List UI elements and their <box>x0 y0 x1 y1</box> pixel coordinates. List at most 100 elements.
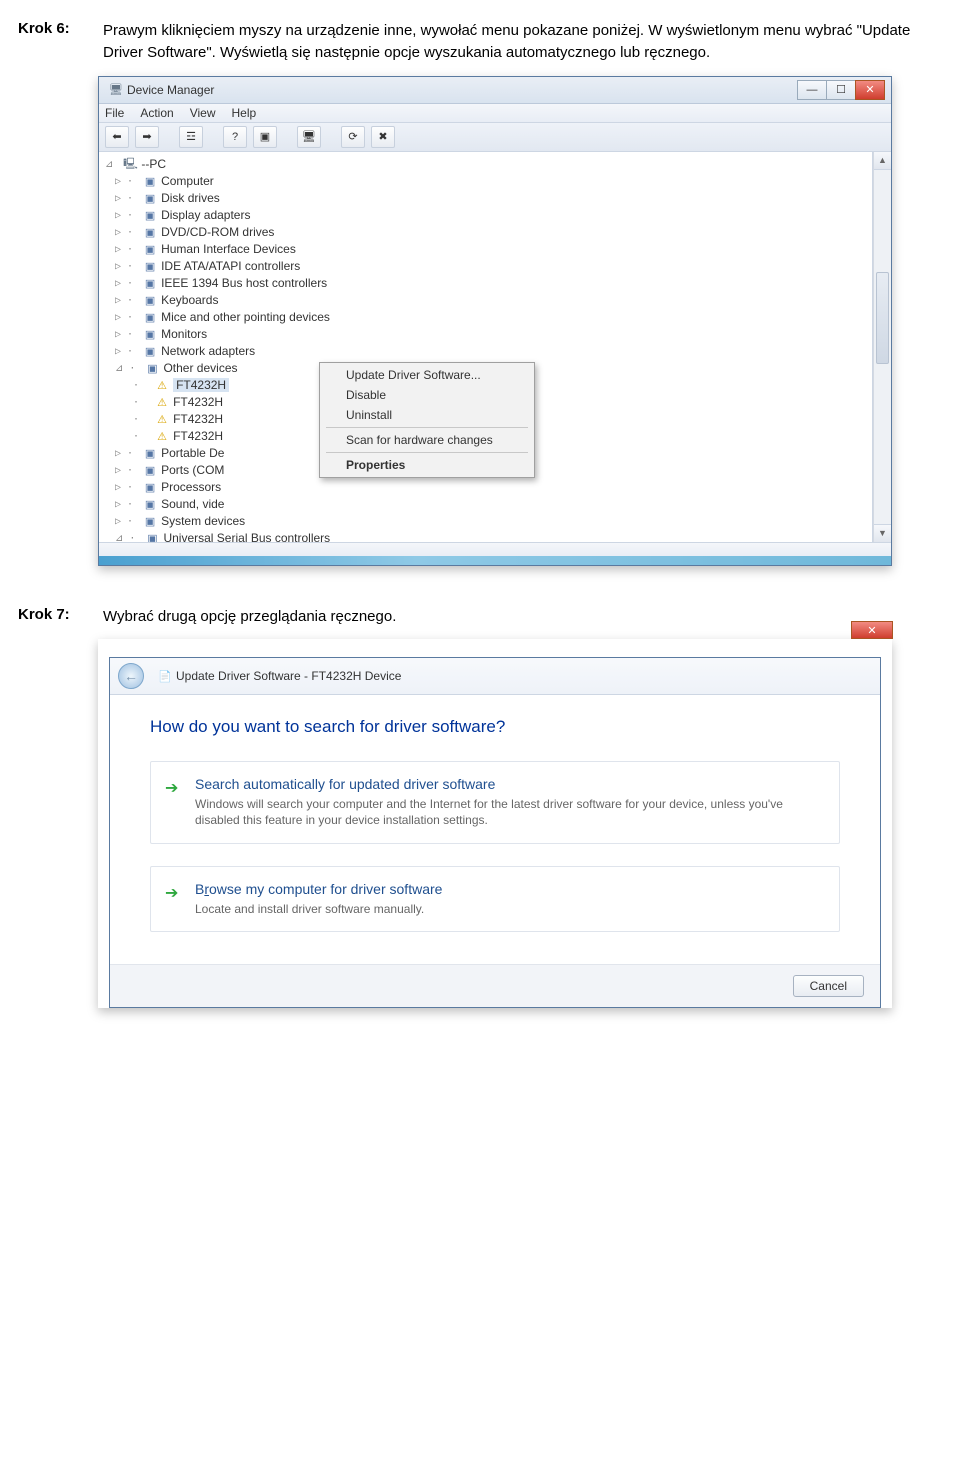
device-icon: ▣ <box>142 480 158 494</box>
tb-help-icon[interactable]: ? <box>223 126 247 148</box>
device-icon: ▣ <box>142 191 158 205</box>
tree-node-label: IDE ATA/ATAPI controllers <box>161 259 300 273</box>
scroll-up-icon[interactable]: ▲ <box>874 152 891 170</box>
tree-node-label: FT4232H <box>173 412 223 426</box>
device-icon: ▣ <box>142 225 158 239</box>
menu-file[interactable]: File <box>105 106 124 120</box>
tree-node-label: FT4232H <box>173 429 223 443</box>
device-icon: ⚠ <box>154 412 170 426</box>
device-icon: ▣ <box>142 344 158 358</box>
option-search-automatically[interactable]: ➔ Search automatically for updated drive… <box>150 761 840 843</box>
menu-action[interactable]: Action <box>140 106 173 120</box>
tree-node[interactable]: ⊿ · ▣Universal Serial Bus controllers <box>105 530 866 542</box>
tb-props-icon[interactable]: ▣ <box>253 126 277 148</box>
device-icon: ▣ <box>142 497 158 511</box>
step6-row: Krok 6: Prawym kliknięciem myszy na urzą… <box>18 20 942 64</box>
tree-node[interactable]: ▷ · ▣Network adapters <box>105 343 866 360</box>
vertical-scrollbar[interactable]: ▲ ▼ <box>873 152 891 542</box>
dm-body: ⊿ 🖳 --PC ▷ · ▣Computer▷ · ▣Disk drives▷ … <box>99 152 891 542</box>
device-icon: ▣ <box>142 446 158 460</box>
wizard-body: How do you want to search for driver sof… <box>110 695 880 964</box>
tree-node[interactable]: ▷ · ▣IEEE 1394 Bus host controllers <box>105 275 866 292</box>
tree-node-label: Display adapters <box>161 208 250 222</box>
window-icon: 🖥 <box>108 83 124 97</box>
tb-update-icon[interactable]: ⟳ <box>341 126 365 148</box>
tree-node-label: Network adapters <box>161 344 255 358</box>
wizard-icon: 📄 <box>157 669 173 683</box>
menu-help[interactable]: Help <box>232 106 257 120</box>
tree-node-label: Human Interface Devices <box>161 242 296 256</box>
maximize-button[interactable]: ☐ <box>826 80 856 100</box>
ctx-uninstall[interactable]: Uninstall <box>322 405 532 425</box>
tree-node-label: Portable De <box>161 446 224 460</box>
tree-node-label: FT4232H <box>173 378 229 392</box>
ctx-update-driver[interactable]: Update Driver Software... <box>322 365 532 385</box>
tree-node-label: Keyboards <box>161 293 218 307</box>
scroll-down-icon[interactable]: ▼ <box>874 524 891 542</box>
tb-fwd-icon[interactable]: ➡ <box>135 126 159 148</box>
scroll-thumb[interactable] <box>876 272 889 364</box>
window-buttons: — ☐ ✕ <box>798 80 885 100</box>
ctx-disable[interactable]: Disable <box>322 385 532 405</box>
tb-scan-icon[interactable]: 🖥 <box>297 126 321 148</box>
tree-node[interactable]: ▷ · ▣DVD/CD-ROM drives <box>105 224 866 241</box>
device-icon: ▣ <box>142 174 158 188</box>
tree-root[interactable]: ⊿ 🖳 --PC <box>105 156 866 173</box>
device-icon: ⚠ <box>154 395 170 409</box>
tree-node-label: Processors <box>161 480 221 494</box>
device-icon: ▣ <box>142 242 158 256</box>
close-button[interactable]: ✕ <box>855 80 885 100</box>
tree-node-label: Mice and other pointing devices <box>161 310 330 324</box>
tree-node[interactable]: ▷ · ▣Display adapters <box>105 207 866 224</box>
tree-node-label: Universal Serial Bus controllers <box>163 531 330 542</box>
dm-toolbar: ⬅ ➡ ☲ ? ▣ 🖥 ⟳ ✖ <box>99 123 891 152</box>
tree-node[interactable]: ▷ · ▣System devices <box>105 513 866 530</box>
tree-node[interactable]: ▷ · ▣Monitors <box>105 326 866 343</box>
device-manager-window: 🖥 Device Manager — ☐ ✕ File Action View … <box>98 76 892 566</box>
wizard-back-button[interactable]: ← <box>118 663 144 689</box>
tree-node[interactable]: ▷ · ▣IDE ATA/ATAPI controllers <box>105 258 866 275</box>
taskbar-strip <box>99 556 891 565</box>
dm-titlebar: 🖥 Device Manager — ☐ ✕ <box>99 77 891 104</box>
tree-node-label: IEEE 1394 Bus host controllers <box>161 276 327 290</box>
tb-uninstall-icon[interactable]: ✖ <box>371 126 395 148</box>
device-icon: ▣ <box>142 514 158 528</box>
tree-node[interactable]: ▷ · ▣Mice and other pointing devices <box>105 309 866 326</box>
tree-node[interactable]: ▷ · ▣Keyboards <box>105 292 866 309</box>
tree-node[interactable]: ▷ · ▣Human Interface Devices <box>105 241 866 258</box>
tb-tree-icon[interactable]: ☲ <box>179 126 203 148</box>
option2-title: Browse my computer for driver software <box>195 881 821 897</box>
dm-title: Device Manager <box>127 83 798 97</box>
tree-node[interactable]: ▷ · ▣Processors <box>105 479 866 496</box>
ctx-separator <box>326 427 528 428</box>
device-icon: ▣ <box>142 259 158 273</box>
wizard-title: Update Driver Software - FT4232H Device <box>176 669 872 683</box>
tree-node[interactable]: ▷ · ▣Disk drives <box>105 190 866 207</box>
option-browse-computer[interactable]: ➔ Browse my computer for driver software… <box>150 866 840 932</box>
menu-view[interactable]: View <box>190 106 216 120</box>
tree-node[interactable]: ▷ · ▣Computer <box>105 173 866 190</box>
wizard-wrapper: ✕ ← 📄 Update Driver Software - FT4232H D… <box>98 639 892 1008</box>
tree-node-label: FT4232H <box>173 395 223 409</box>
step6-label: Krok 6: <box>18 20 103 64</box>
tb-back-icon[interactable]: ⬅ <box>105 126 129 148</box>
tree-node-label: System devices <box>161 514 245 528</box>
device-icon: ▣ <box>144 361 160 375</box>
tree-node-label: Sound, vide <box>161 497 224 511</box>
device-icon: ▣ <box>142 310 158 324</box>
wizard-close-button[interactable]: ✕ <box>851 621 893 639</box>
device-icon: ⚠ <box>154 429 170 443</box>
minimize-button[interactable]: — <box>797 80 827 100</box>
ctx-scan[interactable]: Scan for hardware changes <box>322 430 532 450</box>
arrow-icon: ➔ <box>165 883 178 903</box>
wizard-heading: How do you want to search for driver sof… <box>150 717 840 737</box>
option1-desc: Windows will search your computer and th… <box>195 796 821 828</box>
cancel-button[interactable]: Cancel <box>793 975 864 997</box>
tree-node-label: Ports (COM <box>161 463 224 477</box>
step7-label: Krok 7: <box>18 606 103 628</box>
device-icon: ▣ <box>142 208 158 222</box>
tree-node[interactable]: ▷ · ▣Sound, vide <box>105 496 866 513</box>
ctx-properties[interactable]: Properties <box>322 455 532 475</box>
ctx-separator <box>326 452 528 453</box>
device-tree[interactable]: ⊿ 🖳 --PC ▷ · ▣Computer▷ · ▣Disk drives▷ … <box>99 152 873 542</box>
